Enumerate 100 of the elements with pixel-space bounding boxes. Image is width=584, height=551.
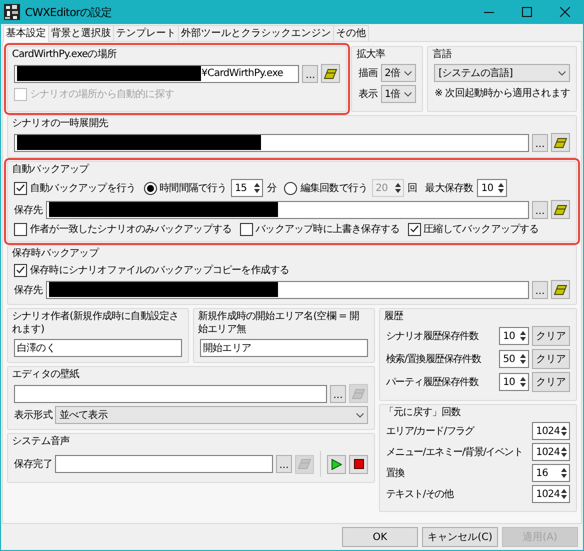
folder-icon <box>554 284 567 294</box>
open-button[interactable] <box>321 64 340 83</box>
text-field[interactable]: 開始エリア <box>200 339 368 357</box>
spin-box[interactable]: 10 <box>499 373 529 391</box>
path-field[interactable] <box>46 200 529 218</box>
field-label: 最大保存数 <box>425 182 474 195</box>
checkbox[interactable] <box>240 222 253 236</box>
open-button[interactable] <box>551 133 570 152</box>
field-label: 検索/置換履歴保存件数 <box>386 352 482 366</box>
app-icon <box>4 4 20 20</box>
field-label: シナリオ履歴保存件数 <box>386 330 480 343</box>
checkbox-label: 圧縮してバックアップする <box>424 222 539 236</box>
radio-button[interactable] <box>144 182 157 194</box>
browse-button[interactable]: ... <box>532 200 548 218</box>
play-button[interactable] <box>327 454 346 474</box>
unit-label: 分 <box>266 182 276 195</box>
path-field[interactable] <box>14 384 327 402</box>
path-field[interactable] <box>46 280 529 298</box>
dialog-button[interactable]: OK <box>342 527 418 547</box>
folder-icon <box>554 204 567 214</box>
checkbox[interactable] <box>408 222 421 236</box>
browse-button[interactable]: ... <box>532 134 548 152</box>
radio-label: 編集回数で行う <box>300 182 368 195</box>
spin-box[interactable]: 10 <box>499 327 529 345</box>
path-field[interactable]: ¥CardWirthPy.exe <box>14 64 300 82</box>
checkbox[interactable] <box>14 182 27 194</box>
spin-box[interactable]: 50 <box>499 350 529 368</box>
field-label: テキスト/その他 <box>386 488 454 501</box>
group-title: 新規作成時の開始エリア名(空欄 = 開始エリア無 <box>198 310 360 336</box>
dropdown[interactable]: [システムの言語] <box>434 64 570 82</box>
open-button[interactable] <box>551 200 570 219</box>
spin-box[interactable]: 1024 <box>532 443 570 461</box>
browse-button[interactable]: ... <box>302 64 318 82</box>
checkbox-label: シナリオの場所から自動的に探す <box>30 88 174 101</box>
checkbox-label: バックアップ時に上書き保存する <box>256 222 400 236</box>
chevron-down-icon <box>558 70 566 76</box>
path-field[interactable] <box>55 455 273 473</box>
field-label: 保存先 <box>14 284 43 296</box>
spin-box[interactable]: 1024 <box>532 422 570 440</box>
browse-button[interactable]: ... <box>330 384 346 402</box>
clear-button[interactable]: クリア <box>532 326 570 346</box>
chevron-down-icon <box>404 92 412 96</box>
stop-button[interactable] <box>349 454 368 474</box>
tab[interactable]: 基本設定 <box>3 25 49 42</box>
group-title: 保存時バックアップ <box>12 247 100 260</box>
group-title: 自動バックアップ <box>12 163 90 176</box>
group-title: 履歴 <box>384 310 404 323</box>
field-label: 置換 <box>386 466 406 480</box>
folder-icon <box>324 68 338 78</box>
dropdown[interactable]: 2倍 <box>380 64 416 82</box>
group-title: シナリオの一時展開先 <box>12 117 110 130</box>
group-title: 言語 <box>432 48 453 61</box>
group-title: 「元に戻す」回数 <box>384 406 462 419</box>
dropdown[interactable]: 並べて表示 <box>55 406 368 424</box>
checkbox-label: 保存時にシナリオファイルのバックアップコピーを作成する <box>30 264 290 277</box>
spin-box[interactable]: 15 <box>230 179 263 197</box>
group-title: シナリオ作者(新規作成時に自動設定されます) <box>12 310 180 336</box>
group-title: システム音声 <box>12 435 71 448</box>
clear-button[interactable]: クリア <box>532 372 570 392</box>
spin-box[interactable]: 16 <box>532 464 570 482</box>
stop-icon <box>354 459 364 469</box>
group-title: 拡大率 <box>356 48 386 61</box>
close-icon <box>560 7 570 17</box>
chevron-down-icon <box>356 412 364 418</box>
folder-icon <box>352 388 365 398</box>
path-field[interactable] <box>14 134 529 152</box>
group-title: CardWirthPy.exeの場所 <box>12 48 118 61</box>
chevron-down-icon <box>404 70 412 76</box>
spin-box[interactable]: 1024 <box>532 485 570 503</box>
note-text: ※ 次回起動時から適用されます <box>434 86 570 100</box>
field-label: パーティ履歴保存件数 <box>386 376 480 389</box>
field-label: メニュー/エネミー/背景/イベント <box>386 446 524 459</box>
folder-icon <box>298 459 311 469</box>
radio-button[interactable] <box>284 182 298 194</box>
dialog-button[interactable]: キャンセル(C) <box>422 527 498 547</box>
browse-button[interactable]: ... <box>532 280 548 298</box>
field-label: エリア/カード/フラグ <box>386 425 476 438</box>
checkbox-label: 作者が一致したシナリオのみバックアップする <box>30 222 232 236</box>
field-label: 描画 <box>358 66 378 80</box>
tab[interactable]: その他 <box>333 25 369 41</box>
browse-button[interactable]: ... <box>276 455 292 473</box>
spin-box[interactable]: 10 <box>477 179 508 197</box>
maximize-icon <box>522 7 532 17</box>
radio-label: 時間間隔で行う <box>160 182 227 195</box>
group-title: エディタの壁紙 <box>12 368 80 381</box>
clear-button[interactable]: クリア <box>532 349 570 369</box>
checkbox-label: 自動バックアップを行う <box>30 182 136 195</box>
window-title: CWXEditorの設定 <box>25 4 113 20</box>
text-field[interactable]: 白澤のく <box>14 339 182 357</box>
dropdown[interactable]: 1倍 <box>380 85 416 103</box>
field-label: 表示形式 <box>14 408 52 422</box>
checkbox[interactable] <box>14 264 27 276</box>
field-label: 保存完了 <box>14 458 52 471</box>
checkbox[interactable] <box>14 222 27 236</box>
unit-label: 回 <box>408 182 418 195</box>
field-label: 表示 <box>358 88 378 101</box>
folder-icon <box>554 138 567 148</box>
field-label: 保存先 <box>14 204 43 216</box>
play-icon <box>331 458 342 470</box>
open-button[interactable] <box>551 280 570 299</box>
